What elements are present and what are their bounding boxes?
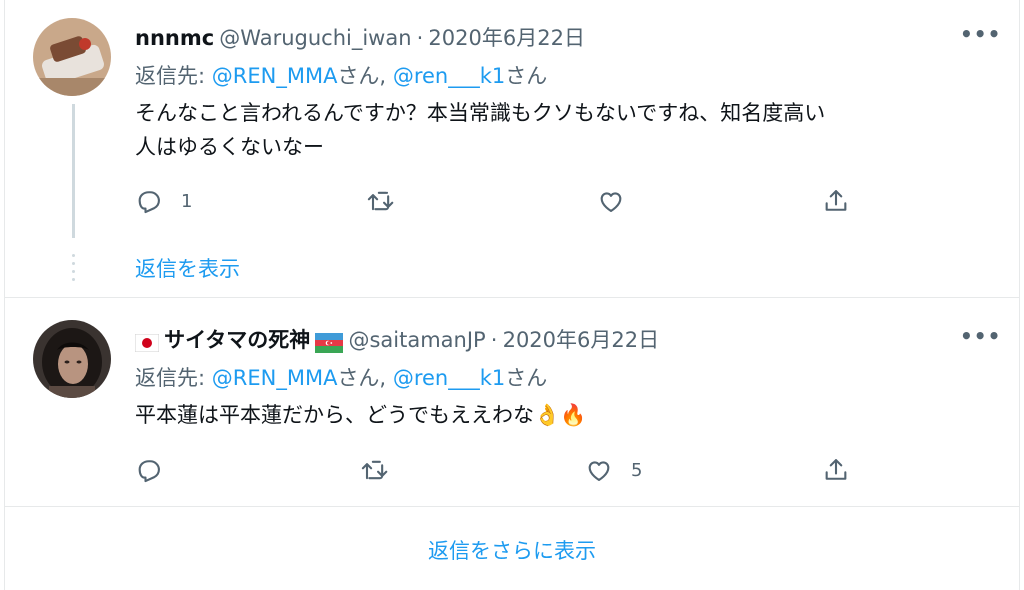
mention-link[interactable]: @ren___k1	[393, 366, 505, 390]
reply-icon	[138, 460, 160, 483]
display-name[interactable]: サイタマの死神	[164, 328, 310, 352]
retweet-icon	[367, 191, 394, 211]
reply-button[interactable]: 1	[135, 187, 192, 215]
retweet-button[interactable]	[366, 187, 394, 215]
separator: ·	[490, 328, 498, 352]
tweet-date[interactable]: 2020年6月22日	[428, 26, 585, 50]
reply-to-line: 返信先: @REN_MMAさん, @ren___k1さん	[135, 60, 547, 90]
emoji: 👌🔥	[534, 403, 587, 427]
mention-link[interactable]: @REN_MMA	[212, 64, 338, 88]
retweet-icon	[361, 460, 388, 480]
reply-button[interactable]	[135, 456, 163, 484]
honorific: さん	[505, 366, 548, 390]
like-button[interactable]	[597, 187, 625, 215]
show-more-replies-link[interactable]: 返信をさらに表示	[0, 535, 1024, 565]
tweet-text: 平本蓮は平本蓮だから、どうでもええわな👌🔥	[135, 398, 586, 432]
japan-flag-icon	[135, 333, 159, 352]
thread-line	[72, 104, 75, 238]
share-icon	[825, 459, 847, 480]
tweet-divider	[5, 297, 1019, 298]
tweet-header: サイタマの死神 @saitamanJP · 2020年6月22日	[135, 324, 659, 354]
reply-to-line: 返信先: @REN_MMAさん, @ren___k1さん	[135, 362, 547, 392]
separator: ·	[416, 26, 424, 50]
share-icon	[825, 190, 847, 211]
avatar-saitamanjp[interactable]	[33, 320, 111, 398]
thread-dots	[72, 254, 75, 286]
reply-prefix: 返信先:	[135, 366, 206, 390]
reply-icon	[138, 191, 160, 214]
tweet-header: nnnmc @Waruguchi_iwan · 2020年6月22日	[135, 22, 585, 52]
handle[interactable]: @Waruguchi_iwan	[219, 26, 411, 50]
like-button[interactable]: 5	[585, 456, 642, 484]
handle[interactable]: @saitamanJP	[348, 328, 485, 352]
like-icon	[588, 461, 610, 481]
tweet-divider	[5, 506, 1019, 507]
reply-prefix: 返信先:	[135, 64, 206, 88]
reply-count: 1	[181, 190, 193, 212]
mention-link[interactable]: @REN_MMA	[212, 366, 338, 390]
tweet-text-line: そんなこと言われるんですか？本当常識もクソもないですね、知名度高い	[135, 101, 826, 125]
more-icon[interactable]: •••	[960, 22, 1001, 46]
like-count: 5	[631, 459, 643, 481]
avatar-nnnmc[interactable]	[33, 18, 111, 96]
mention-link[interactable]: @ren___k1	[393, 64, 505, 88]
retweet-button[interactable]	[360, 456, 388, 484]
more-icon[interactable]: •••	[960, 324, 1001, 348]
honorific: さん,	[337, 366, 387, 390]
share-button[interactable]	[822, 187, 850, 215]
azerbaijan-flag-icon	[315, 332, 344, 353]
share-button[interactable]	[822, 456, 850, 484]
display-name[interactable]: nnnmc	[135, 26, 214, 50]
tweet-text-line: 人はゆるくないなー	[135, 135, 324, 159]
honorific: さん	[505, 64, 548, 88]
honorific: さん,	[337, 64, 387, 88]
like-icon	[600, 192, 622, 212]
show-replies-link[interactable]: 返信を表示	[135, 253, 240, 283]
tweet-date[interactable]: 2020年6月22日	[503, 328, 660, 352]
tweet-text: そんなこと言われるんですか？本当常識もクソもないですね、知名度高い 人はゆるくな…	[135, 96, 825, 164]
tweet-text-line: 平本蓮は平本蓮だから、どうでもええわな	[135, 403, 534, 427]
